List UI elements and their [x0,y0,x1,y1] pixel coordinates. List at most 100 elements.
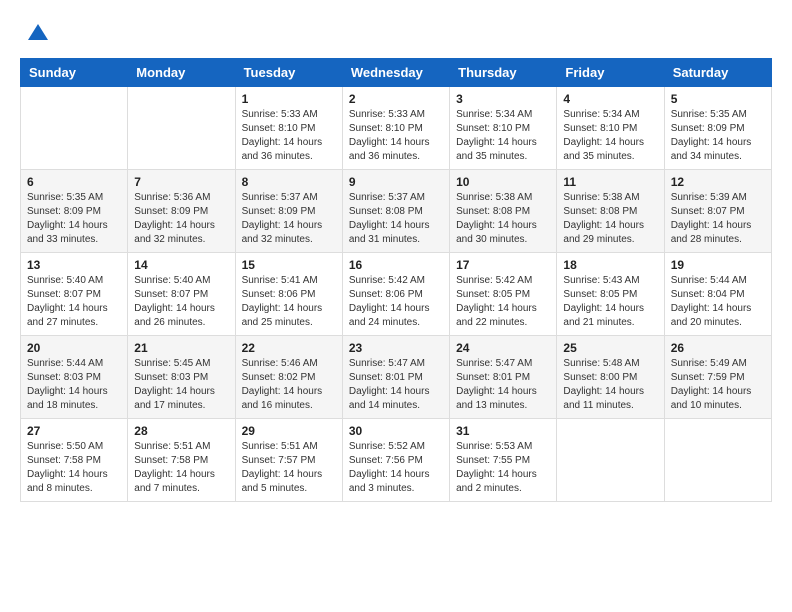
day-info: Sunrise: 5:39 AMSunset: 8:07 PMDaylight:… [671,192,752,245]
calendar-week-1: 1 Sunrise: 5:33 AMSunset: 8:10 PMDayligh… [21,87,772,170]
calendar-cell: 31 Sunrise: 5:53 AMSunset: 7:55 PMDaylig… [450,419,557,502]
day-info: Sunrise: 5:37 AMSunset: 8:08 PMDaylight:… [349,192,430,245]
day-info: Sunrise: 5:41 AMSunset: 8:06 PMDaylight:… [242,275,323,328]
day-number: 23 [349,341,443,355]
day-info: Sunrise: 5:46 AMSunset: 8:02 PMDaylight:… [242,358,323,411]
day-info: Sunrise: 5:53 AMSunset: 7:55 PMDaylight:… [456,441,537,494]
calendar-cell [128,87,235,170]
calendar-cell: 28 Sunrise: 5:51 AMSunset: 7:58 PMDaylig… [128,419,235,502]
day-number: 8 [242,175,336,189]
calendar-body: 1 Sunrise: 5:33 AMSunset: 8:10 PMDayligh… [21,87,772,502]
calendar-cell: 25 Sunrise: 5:48 AMSunset: 8:00 PMDaylig… [557,336,664,419]
calendar-cell: 7 Sunrise: 5:36 AMSunset: 8:09 PMDayligh… [128,170,235,253]
calendar-cell: 12 Sunrise: 5:39 AMSunset: 8:07 PMDaylig… [664,170,771,253]
day-number: 17 [456,258,550,272]
day-info: Sunrise: 5:34 AMSunset: 8:10 PMDaylight:… [456,109,537,162]
day-number: 5 [671,92,765,106]
day-number: 18 [563,258,657,272]
day-number: 28 [134,424,228,438]
calendar-table: SundayMondayTuesdayWednesdayThursdayFrid… [20,58,772,502]
calendar-header: SundayMondayTuesdayWednesdayThursdayFrid… [21,59,772,87]
calendar-cell: 13 Sunrise: 5:40 AMSunset: 8:07 PMDaylig… [21,253,128,336]
day-number: 25 [563,341,657,355]
day-number: 20 [27,341,121,355]
day-number: 19 [671,258,765,272]
header-row: SundayMondayTuesdayWednesdayThursdayFrid… [21,59,772,87]
calendar-week-3: 13 Sunrise: 5:40 AMSunset: 8:07 PMDaylig… [21,253,772,336]
day-info: Sunrise: 5:43 AMSunset: 8:05 PMDaylight:… [563,275,644,328]
header-day-thursday: Thursday [450,59,557,87]
header-day-saturday: Saturday [664,59,771,87]
day-info: Sunrise: 5:40 AMSunset: 8:07 PMDaylight:… [134,275,215,328]
day-number: 13 [27,258,121,272]
header-day-tuesday: Tuesday [235,59,342,87]
day-info: Sunrise: 5:49 AMSunset: 7:59 PMDaylight:… [671,358,752,411]
calendar-cell: 11 Sunrise: 5:38 AMSunset: 8:08 PMDaylig… [557,170,664,253]
calendar-cell: 8 Sunrise: 5:37 AMSunset: 8:09 PMDayligh… [235,170,342,253]
calendar-week-5: 27 Sunrise: 5:50 AMSunset: 7:58 PMDaylig… [21,419,772,502]
calendar-cell: 20 Sunrise: 5:44 AMSunset: 8:03 PMDaylig… [21,336,128,419]
day-number: 4 [563,92,657,106]
day-info: Sunrise: 5:35 AMSunset: 8:09 PMDaylight:… [671,109,752,162]
day-number: 1 [242,92,336,106]
calendar-cell: 29 Sunrise: 5:51 AMSunset: 7:57 PMDaylig… [235,419,342,502]
day-number: 15 [242,258,336,272]
day-number: 31 [456,424,550,438]
day-number: 16 [349,258,443,272]
day-number: 22 [242,341,336,355]
calendar-cell: 14 Sunrise: 5:40 AMSunset: 8:07 PMDaylig… [128,253,235,336]
calendar-cell: 9 Sunrise: 5:37 AMSunset: 8:08 PMDayligh… [342,170,449,253]
day-info: Sunrise: 5:47 AMSunset: 8:01 PMDaylight:… [456,358,537,411]
calendar-cell: 15 Sunrise: 5:41 AMSunset: 8:06 PMDaylig… [235,253,342,336]
day-number: 24 [456,341,550,355]
day-info: Sunrise: 5:37 AMSunset: 8:09 PMDaylight:… [242,192,323,245]
day-info: Sunrise: 5:33 AMSunset: 8:10 PMDaylight:… [349,109,430,162]
day-info: Sunrise: 5:42 AMSunset: 8:06 PMDaylight:… [349,275,430,328]
calendar-cell [21,87,128,170]
day-number: 21 [134,341,228,355]
day-info: Sunrise: 5:38 AMSunset: 8:08 PMDaylight:… [563,192,644,245]
calendar-cell: 17 Sunrise: 5:42 AMSunset: 8:05 PMDaylig… [450,253,557,336]
header-day-monday: Monday [128,59,235,87]
page-header [20,20,772,48]
day-number: 9 [349,175,443,189]
day-info: Sunrise: 5:45 AMSunset: 8:03 PMDaylight:… [134,358,215,411]
calendar-cell: 24 Sunrise: 5:47 AMSunset: 8:01 PMDaylig… [450,336,557,419]
day-info: Sunrise: 5:38 AMSunset: 8:08 PMDaylight:… [456,192,537,245]
day-number: 3 [456,92,550,106]
calendar-cell: 19 Sunrise: 5:44 AMSunset: 8:04 PMDaylig… [664,253,771,336]
header-day-wednesday: Wednesday [342,59,449,87]
day-number: 12 [671,175,765,189]
calendar-week-4: 20 Sunrise: 5:44 AMSunset: 8:03 PMDaylig… [21,336,772,419]
calendar-cell: 4 Sunrise: 5:34 AMSunset: 8:10 PMDayligh… [557,87,664,170]
calendar-cell: 23 Sunrise: 5:47 AMSunset: 8:01 PMDaylig… [342,336,449,419]
day-info: Sunrise: 5:35 AMSunset: 8:09 PMDaylight:… [27,192,108,245]
day-number: 10 [456,175,550,189]
logo-icon [24,20,52,48]
calendar-cell: 30 Sunrise: 5:52 AMSunset: 7:56 PMDaylig… [342,419,449,502]
calendar-cell [557,419,664,502]
day-info: Sunrise: 5:44 AMSunset: 8:04 PMDaylight:… [671,275,752,328]
calendar-cell: 18 Sunrise: 5:43 AMSunset: 8:05 PMDaylig… [557,253,664,336]
day-number: 11 [563,175,657,189]
day-number: 26 [671,341,765,355]
calendar-week-2: 6 Sunrise: 5:35 AMSunset: 8:09 PMDayligh… [21,170,772,253]
day-info: Sunrise: 5:51 AMSunset: 7:57 PMDaylight:… [242,441,323,494]
day-info: Sunrise: 5:48 AMSunset: 8:00 PMDaylight:… [563,358,644,411]
day-info: Sunrise: 5:40 AMSunset: 8:07 PMDaylight:… [27,275,108,328]
day-info: Sunrise: 5:36 AMSunset: 8:09 PMDaylight:… [134,192,215,245]
day-number: 29 [242,424,336,438]
day-info: Sunrise: 5:33 AMSunset: 8:10 PMDaylight:… [242,109,323,162]
day-info: Sunrise: 5:42 AMSunset: 8:05 PMDaylight:… [456,275,537,328]
calendar-cell: 10 Sunrise: 5:38 AMSunset: 8:08 PMDaylig… [450,170,557,253]
day-info: Sunrise: 5:44 AMSunset: 8:03 PMDaylight:… [27,358,108,411]
calendar-cell: 2 Sunrise: 5:33 AMSunset: 8:10 PMDayligh… [342,87,449,170]
logo [20,20,52,48]
calendar-cell: 26 Sunrise: 5:49 AMSunset: 7:59 PMDaylig… [664,336,771,419]
day-number: 14 [134,258,228,272]
day-info: Sunrise: 5:52 AMSunset: 7:56 PMDaylight:… [349,441,430,494]
day-number: 2 [349,92,443,106]
calendar-cell: 3 Sunrise: 5:34 AMSunset: 8:10 PMDayligh… [450,87,557,170]
calendar-cell: 16 Sunrise: 5:42 AMSunset: 8:06 PMDaylig… [342,253,449,336]
calendar-cell: 1 Sunrise: 5:33 AMSunset: 8:10 PMDayligh… [235,87,342,170]
